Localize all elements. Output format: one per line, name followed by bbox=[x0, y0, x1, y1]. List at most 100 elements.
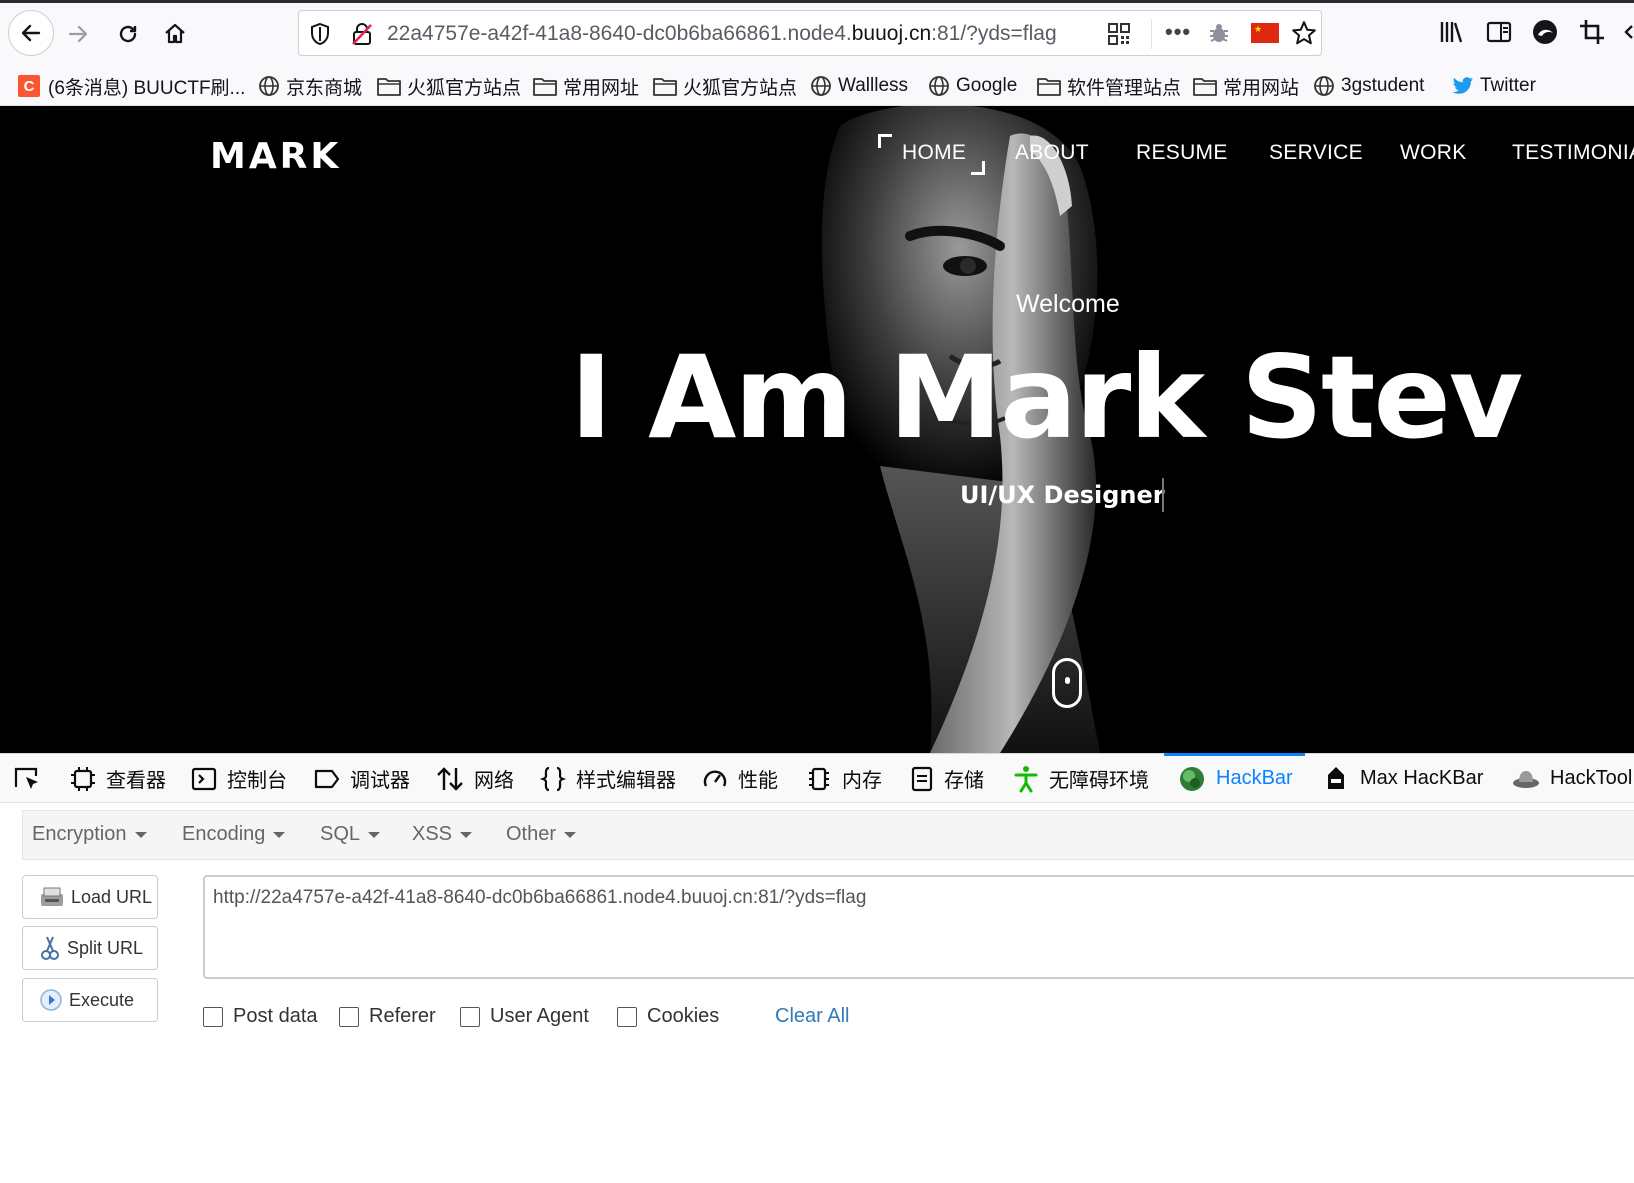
bookmarks-toolbar: C (6条消息) BUUCTF刷... 京东商城 火狐官方站点 常用网址 火狐官方… bbox=[0, 66, 1634, 106]
nav-work[interactable]: WORK bbox=[1400, 141, 1467, 165]
clear-all-link[interactable]: Clear All bbox=[775, 1005, 849, 1028]
arrow-left-icon bbox=[21, 24, 41, 42]
accessibility-icon bbox=[1014, 765, 1038, 792]
folder-icon bbox=[533, 78, 557, 96]
debugger-icon bbox=[314, 769, 340, 788]
address-bar[interactable]: 22a4757e-a42f-41a8-8640-dc0b6ba66861.nod… bbox=[298, 10, 1322, 56]
back-button[interactable] bbox=[8, 10, 54, 56]
arrow-right-icon bbox=[68, 25, 88, 43]
page-actions-menu-icon[interactable]: ••• bbox=[1165, 19, 1191, 45]
caret-down-icon bbox=[273, 831, 286, 838]
menu-encryption[interactable]: Encryption bbox=[32, 823, 147, 846]
pick-element-icon bbox=[14, 767, 38, 789]
tab-memory[interactable]: 内存 bbox=[806, 754, 882, 803]
tab-accessibility[interactable]: 无障碍环境 bbox=[1013, 754, 1149, 803]
overflow-chevron-icon[interactable] bbox=[1622, 18, 1634, 46]
home-icon bbox=[165, 23, 185, 44]
welcome-text: Welcome bbox=[1016, 290, 1120, 318]
play-icon bbox=[40, 989, 62, 1011]
bookmark-item[interactable]: 京东商城 bbox=[258, 74, 362, 99]
tab-inspector[interactable]: 查看器 bbox=[70, 754, 166, 803]
folder-icon bbox=[653, 78, 677, 96]
bookmark-item[interactable]: Twitter bbox=[1452, 74, 1536, 98]
bug-icon[interactable] bbox=[1207, 21, 1231, 45]
caret-down-icon bbox=[460, 831, 473, 838]
urlbar-separator bbox=[1151, 19, 1152, 49]
referer-checkbox[interactable]: Referer bbox=[339, 1005, 436, 1028]
csdn-icon: C bbox=[18, 75, 40, 97]
tab-hacktool[interactable]: HackTool bbox=[1512, 754, 1632, 803]
split-url-button[interactable]: Split URL bbox=[22, 926, 158, 970]
bookmark-folder[interactable]: 常用网址 bbox=[533, 74, 639, 99]
forward-button[interactable] bbox=[58, 14, 98, 54]
bookmark-item[interactable]: C (6条消息) BUUCTF刷... bbox=[18, 74, 245, 99]
reload-button[interactable] bbox=[108, 14, 148, 54]
bookmark-folder[interactable]: 火狐官方站点 bbox=[653, 74, 797, 99]
tab-console[interactable]: 控制台 bbox=[191, 754, 287, 803]
menu-xss[interactable]: XSS bbox=[412, 823, 473, 846]
post-data-checkbox[interactable]: Post data bbox=[203, 1005, 318, 1028]
firefox-account-icon[interactable] bbox=[1531, 18, 1559, 46]
execute-button[interactable]: Execute bbox=[22, 978, 158, 1022]
nav-resume[interactable]: RESUME bbox=[1136, 141, 1228, 165]
mouse-wheel bbox=[1065, 677, 1070, 684]
performance-gauge-icon bbox=[703, 769, 727, 787]
checkbox-box[interactable] bbox=[460, 1006, 480, 1027]
scroll-down-icon[interactable] bbox=[1052, 658, 1082, 708]
folder-icon bbox=[1037, 78, 1061, 96]
library-icon[interactable] bbox=[1438, 18, 1466, 46]
china-flag-icon[interactable]: ★ bbox=[1251, 23, 1279, 43]
bookmark-folder[interactable]: 软件管理站点 bbox=[1037, 74, 1181, 99]
bookmark-item[interactable]: Wallless bbox=[810, 74, 908, 98]
bookmark-item[interactable]: Google bbox=[928, 74, 1017, 98]
inspector-icon bbox=[71, 766, 95, 791]
tab-performance[interactable]: 性能 bbox=[702, 754, 778, 803]
folder-icon bbox=[377, 78, 401, 96]
nav-home[interactable]: HOME bbox=[902, 141, 966, 165]
checkbox-box[interactable] bbox=[617, 1006, 637, 1027]
tab-max-hackbar[interactable]: Max HacKBar bbox=[1322, 754, 1483, 803]
insecure-lock-icon[interactable] bbox=[351, 22, 373, 46]
tab-storage[interactable]: 存储 bbox=[910, 754, 984, 803]
active-menu-bracket bbox=[971, 161, 985, 175]
pick-element-button[interactable] bbox=[12, 754, 52, 803]
hackbar-menubar: Encryption Encoding SQL XSS Other bbox=[22, 810, 1634, 860]
checkbox-box[interactable] bbox=[339, 1006, 359, 1027]
qr-code-icon[interactable] bbox=[1107, 22, 1131, 46]
braces-icon bbox=[540, 766, 566, 791]
tab-style-editor[interactable]: 样式编辑器 bbox=[540, 754, 676, 803]
home-button[interactable] bbox=[155, 14, 195, 54]
bookmark-folder[interactable]: 火狐官方站点 bbox=[377, 74, 521, 99]
globe-icon bbox=[259, 76, 279, 96]
sidebar-icon[interactable] bbox=[1485, 18, 1513, 46]
user-agent-checkbox[interactable]: User Agent bbox=[460, 1005, 589, 1028]
caret-down-icon bbox=[134, 831, 147, 838]
crop-screenshot-icon[interactable] bbox=[1578, 18, 1606, 46]
cookies-checkbox[interactable]: Cookies bbox=[617, 1005, 719, 1028]
nav-about[interactable]: ABOUT bbox=[1015, 141, 1089, 165]
tab-debugger[interactable]: 调试器 bbox=[314, 754, 410, 803]
globe-icon bbox=[929, 76, 949, 96]
menu-encoding[interactable]: Encoding bbox=[182, 823, 286, 846]
caret-down-icon bbox=[564, 831, 577, 838]
hackbar-url-input[interactable]: http://22a4757e-a42f-41a8-8640-dc0b6ba66… bbox=[203, 875, 1634, 979]
bookmark-folder[interactable]: 常用网站 bbox=[1193, 74, 1299, 99]
nav-service[interactable]: SERVICE bbox=[1269, 141, 1363, 165]
nav-testimonials[interactable]: TESTIMONIA bbox=[1512, 141, 1634, 165]
hero-section: MARK HOME ABOUT RESUME SERVICE WORK TEST… bbox=[0, 106, 1634, 753]
url-text[interactable]: 22a4757e-a42f-41a8-8640-dc0b6ba66861.nod… bbox=[387, 21, 1103, 47]
site-logo[interactable]: MARK bbox=[210, 136, 341, 177]
folder-icon bbox=[1193, 78, 1217, 96]
memory-chip-icon bbox=[809, 767, 829, 790]
menu-other[interactable]: Other bbox=[506, 823, 577, 846]
tab-hackbar[interactable]: HackBar bbox=[1164, 753, 1305, 803]
tab-network[interactable]: 网络 bbox=[436, 754, 514, 803]
bookmark-item[interactable]: 3gstudent bbox=[1313, 74, 1424, 98]
tab-strip-edge bbox=[0, 0, 1634, 3]
globe-icon bbox=[811, 76, 831, 96]
checkbox-box[interactable] bbox=[203, 1006, 223, 1027]
bookmark-star-icon[interactable] bbox=[1291, 20, 1317, 46]
tracking-shield-icon[interactable] bbox=[309, 22, 331, 46]
load-url-button[interactable]: Load URL bbox=[22, 875, 158, 919]
menu-sql[interactable]: SQL bbox=[320, 823, 381, 846]
